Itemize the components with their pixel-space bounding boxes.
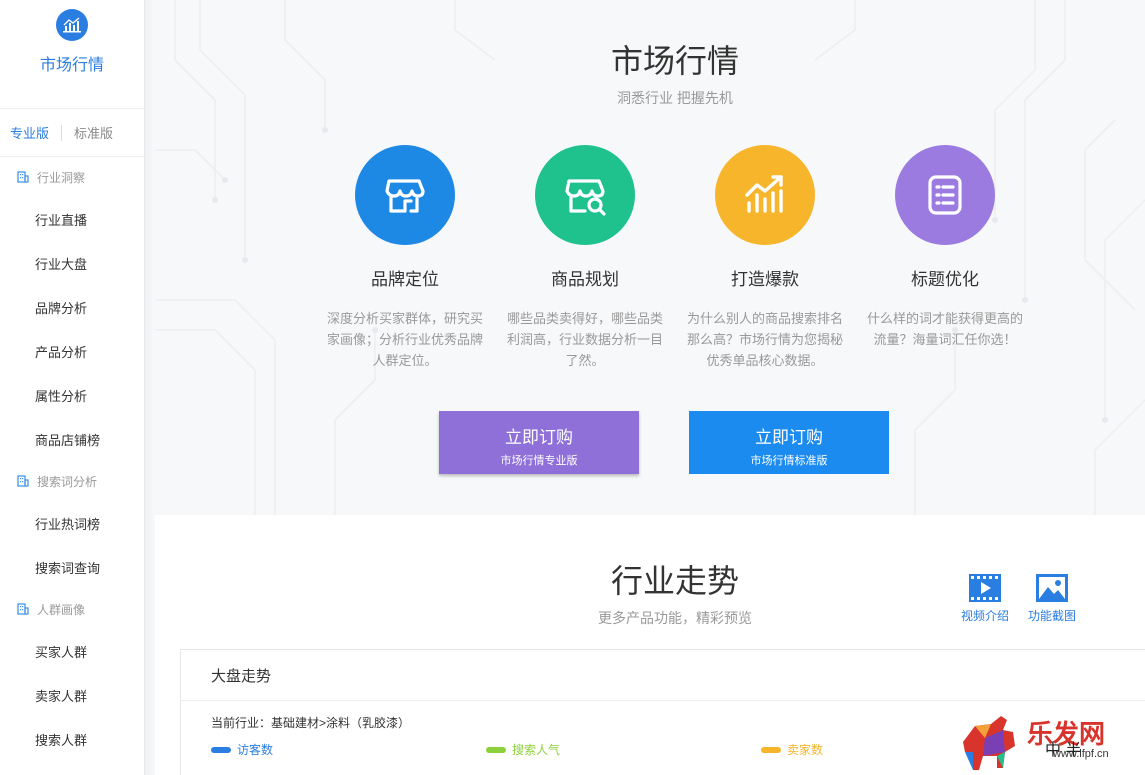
- building-icon: [17, 171, 29, 183]
- panel-title: 大盘走势: [181, 650, 1145, 701]
- hero-subtitle: 洞悉行业 把握先机: [617, 90, 733, 106]
- hero-section: 市场行情 洞悉行业 把握先机 品牌定位 深度分析买家群体，研究买家画像；分析行业…: [155, 0, 1145, 515]
- feature-screenshots-button[interactable]: 功能截图: [1028, 573, 1076, 624]
- feature-title-optimization: 标题优化 什么样的词才能获得更高的流量？海量词汇任你选！: [865, 145, 1025, 350]
- bull-logo-icon: [963, 716, 1015, 770]
- tool-label: 功能截图: [1028, 609, 1077, 623]
- current-industry: 当前行业：基础建材>涂料（乳胶漆）: [211, 716, 411, 730]
- building-icon: [17, 475, 29, 487]
- legend-label: 卖家数: [787, 743, 824, 757]
- legend-sellers[interactable]: 卖家数: [761, 741, 823, 758]
- trend-bars-icon: [715, 145, 815, 245]
- feature-desc: 什么样的词才能获得更高的流量？海量词汇任你选！: [866, 311, 1023, 347]
- hero-title: 市场行情: [610, 43, 739, 79]
- feature-product-planning: 商品规划 哪些品类卖得好，哪些品类利润高，行业数据分析一目了然。: [505, 145, 665, 371]
- main-content: 市场行情 洞悉行业 把握先机 品牌定位 深度分析买家群体，研究买家画像；分析行业…: [155, 0, 1145, 775]
- legend-label: 搜索人气: [512, 743, 561, 757]
- sidebar-item-sellers[interactable]: 卖家人群: [0, 673, 144, 717]
- feature-desc: 为什么别人的商品搜索排名那么高？市场行情为您揭秘优秀单品核心数据。: [686, 311, 843, 368]
- section-audience: 人群画像: [0, 589, 144, 629]
- sidebar-item-search-query[interactable]: 搜索词查询: [0, 545, 144, 589]
- feature-name: 标题优化: [911, 270, 979, 289]
- section-title: 人群画像: [37, 602, 86, 617]
- tool-label: 视频介绍: [961, 609, 1010, 623]
- order-button-label: 立即订购: [505, 428, 573, 447]
- sidebar-item-industry-overview[interactable]: 行业大盘: [0, 241, 144, 285]
- legend-visitors[interactable]: 访客数: [211, 741, 273, 758]
- image-icon: [1036, 574, 1068, 602]
- sidebar-item-shop-ranking[interactable]: 商品店铺榜: [0, 417, 144, 461]
- feature-name: 商品规划: [551, 270, 619, 289]
- sidebar-item-brand-analysis[interactable]: 品牌分析: [0, 285, 144, 329]
- legend-swatch: [761, 746, 781, 753]
- sidebar-item-product-analysis[interactable]: 产品分析: [0, 329, 144, 373]
- tab-professional[interactable]: 专业版: [0, 123, 49, 142]
- legend-label: 访客数: [237, 743, 274, 757]
- legend-swatch: [211, 746, 231, 753]
- section-search-analysis: 搜索词分析: [0, 461, 144, 501]
- legend-swatch: [486, 746, 506, 753]
- section-industry-insight: 行业洞察: [0, 157, 144, 197]
- store-icon: [355, 145, 455, 245]
- feature-hot-products: 打造爆款 为什么别人的商品搜索排名那么高？市场行情为您揭秘优秀单品核心数据。: [685, 145, 845, 371]
- feature-name: 品牌定位: [371, 270, 439, 289]
- tab-standard[interactable]: 标准版: [74, 123, 113, 142]
- tab-divider: [61, 124, 63, 141]
- building-icon: [17, 603, 29, 615]
- site-watermark: 乐发网 www.lfpf.cn 中 半: [955, 712, 1145, 775]
- watermark-extra: 中 半: [1045, 742, 1082, 759]
- sidebar-item-searchers[interactable]: 搜索人群: [0, 717, 144, 761]
- sidebar: 市场行情 专业版 标准版 行业洞察 行业直播 行业大盘 品牌分析 产品分析 属性…: [0, 0, 145, 775]
- list-icon: [895, 145, 995, 245]
- market-chart-icon: [56, 9, 88, 41]
- sidebar-item-hot-words[interactable]: 行业热词榜: [0, 501, 144, 545]
- feature-brand-positioning: 品牌定位 深度分析买家群体，研究买家画像；分析行业优秀品牌人群定位。: [325, 145, 485, 371]
- order-professional-button[interactable]: 立即订购 市场行情专业版: [439, 411, 639, 474]
- order-button-sub: 市场行情标准版: [750, 455, 828, 467]
- video-intro-button[interactable]: 视频介绍: [961, 573, 1009, 624]
- order-standard-button[interactable]: 立即订购 市场行情标准版: [689, 411, 889, 474]
- sidebar-item-industry-live[interactable]: 行业直播: [0, 197, 144, 241]
- section-title: 搜索词分析: [37, 474, 98, 489]
- feature-desc: 哪些品类卖得好，哪些品类利润高，行业数据分析一目了然。: [506, 311, 663, 368]
- sidebar-item-attribute-analysis[interactable]: 属性分析: [0, 373, 144, 417]
- section-title: 行业洞察: [37, 170, 86, 185]
- feature-name: 打造爆款: [731, 270, 799, 289]
- sidebar-logo: 市场行情: [0, 9, 144, 109]
- legend-search-popularity[interactable]: 搜索人气: [486, 741, 560, 758]
- sidebar-item-buyers[interactable]: 买家人群: [0, 629, 144, 673]
- feature-desc: 深度分析买家群体，研究买家画像；分析行业优秀品牌人群定位。: [326, 311, 483, 368]
- store-search-icon: [535, 145, 635, 245]
- order-button-label: 立即订购: [755, 428, 823, 447]
- app-title: 市场行情: [39, 57, 104, 74]
- sidebar-shadow: [145, 0, 155, 775]
- video-icon: [969, 574, 1001, 602]
- version-tabs: 专业版 标准版: [0, 109, 144, 157]
- order-button-sub: 市场行情专业版: [500, 455, 578, 467]
